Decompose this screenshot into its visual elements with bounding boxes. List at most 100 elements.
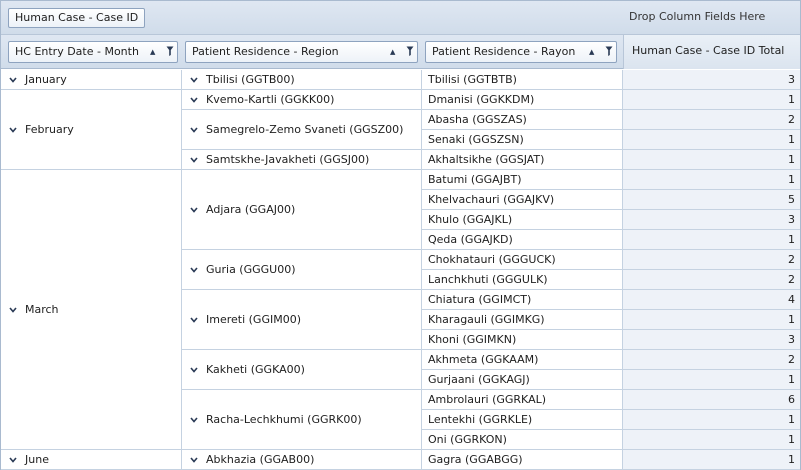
rayon-row-header-label: Tbilisi (GGTBTB) bbox=[428, 73, 517, 86]
region-row-header-label: Tbilisi (GGTB00) bbox=[206, 73, 295, 86]
region-row-header-label: Samegrelo-Zemo Svaneti (GGSZ00) bbox=[206, 123, 404, 136]
chevron-down-icon[interactable] bbox=[9, 76, 17, 83]
chevron-down-icon[interactable] bbox=[190, 126, 198, 133]
chevron-down-icon[interactable] bbox=[9, 456, 17, 463]
rayon-row-header-label: Akhaltsikhe (GGSJAT) bbox=[428, 153, 545, 166]
filter-icon[interactable] bbox=[605, 46, 613, 57]
case-count-cell: 1 bbox=[623, 170, 800, 190]
rayon-row-header-label: Dmanisi (GGKKDM) bbox=[428, 93, 535, 106]
case-count-cell-label: 3 bbox=[788, 213, 795, 226]
case-count-cell: 1 bbox=[623, 310, 800, 330]
sort-ascending-icon[interactable]: ▲ bbox=[150, 42, 155, 62]
field-button-label: Patient Residence - Region bbox=[192, 45, 339, 58]
rayon-row-header: Khoni (GGIMKN) bbox=[422, 330, 623, 350]
chevron-down-icon[interactable] bbox=[190, 76, 198, 83]
filter-area: Human Case - Case ID Drop Column Fields … bbox=[1, 1, 800, 35]
region-row-header[interactable]: Guria (GGGU00) bbox=[182, 250, 422, 290]
chevron-down-icon[interactable] bbox=[190, 266, 198, 273]
case-count-cell: 2 bbox=[623, 110, 800, 130]
month-row-header-label: January bbox=[25, 73, 67, 86]
region-row-header[interactable]: Kakheti (GGKA00) bbox=[182, 350, 422, 390]
case-count-cell-label: 1 bbox=[788, 453, 795, 466]
rayon-row-header: Akhaltsikhe (GGSJAT) bbox=[422, 150, 623, 170]
case-count-cell-label: 2 bbox=[788, 273, 795, 286]
chevron-down-icon[interactable] bbox=[9, 306, 17, 313]
month-row-header[interactable]: February bbox=[1, 90, 182, 170]
case-count-cell: 1 bbox=[623, 90, 800, 110]
month-row-header[interactable]: March bbox=[1, 170, 182, 450]
chevron-down-icon[interactable] bbox=[190, 366, 198, 373]
rayon-row-header: Lanchkhuti (GGGULK) bbox=[422, 270, 623, 290]
region-row-header-label: Samtskhe-Javakheti (GGSJ00) bbox=[206, 153, 370, 166]
rayon-row-header-label: Akhmeta (GGKAAM) bbox=[428, 353, 539, 366]
case-count-cell-label: 6 bbox=[788, 393, 795, 406]
rayon-row-header-label: Batumi (GGAJBT) bbox=[428, 173, 522, 186]
rayon-row-header-label: Oni (GGRKON) bbox=[428, 433, 507, 446]
pivot-grid: Human Case - Case ID Drop Column Fields … bbox=[0, 0, 801, 470]
chevron-down-icon[interactable] bbox=[190, 96, 198, 103]
sort-ascending-icon[interactable]: ▲ bbox=[390, 42, 395, 62]
filter-icon[interactable] bbox=[166, 46, 174, 57]
case-count-cell: 1 bbox=[623, 130, 800, 150]
month-row-header[interactable]: June bbox=[1, 450, 182, 470]
drop-column-fields-area[interactable]: Drop Column Fields Here bbox=[629, 10, 765, 23]
region-row-header-label: Kvemo-Kartli (GGKK00) bbox=[206, 93, 335, 106]
rayon-row-header: Gurjaani (GGKAGJ) bbox=[422, 370, 623, 390]
chevron-down-icon[interactable] bbox=[190, 316, 198, 323]
rayon-row-header-label: Kharagauli (GGIMKG) bbox=[428, 313, 545, 326]
case-count-cell-label: 1 bbox=[788, 373, 795, 386]
region-row-header[interactable]: Imereti (GGIM00) bbox=[182, 290, 422, 350]
field-button-rayon[interactable]: Patient Residence - Rayon ▲ bbox=[425, 41, 617, 63]
case-count-cell-label: 4 bbox=[788, 293, 795, 306]
chevron-down-icon[interactable] bbox=[190, 206, 198, 213]
case-count-cell: 3 bbox=[623, 70, 800, 90]
case-count-cell-label: 2 bbox=[788, 113, 795, 126]
case-count-cell-label: 1 bbox=[788, 93, 795, 106]
chevron-down-icon[interactable] bbox=[190, 416, 198, 423]
case-count-cell-label: 2 bbox=[788, 253, 795, 266]
region-row-header-label: Guria (GGGU00) bbox=[206, 263, 296, 276]
field-button-region[interactable]: Patient Residence - Region ▲ bbox=[185, 41, 418, 63]
field-button-case-id[interactable]: Human Case - Case ID bbox=[8, 8, 146, 28]
rayon-row-header: Gagra (GGABGG) bbox=[422, 450, 623, 470]
rayon-row-header-label: Khelvachauri (GGAJKV) bbox=[428, 193, 555, 206]
rayon-row-header: Senaki (GGSZSN) bbox=[422, 130, 623, 150]
case-count-cell: 2 bbox=[623, 250, 800, 270]
rayon-row-header-label: Khulo (GGAJKL) bbox=[428, 213, 513, 226]
field-button-entry-month[interactable]: HC Entry Date - Month ▲ bbox=[8, 41, 178, 63]
case-count-cell-label: 2 bbox=[788, 353, 795, 366]
case-count-cell-label: 1 bbox=[788, 433, 795, 446]
case-count-cell-label: 1 bbox=[788, 173, 795, 186]
region-row-header[interactable]: Kvemo-Kartli (GGKK00) bbox=[182, 90, 422, 110]
data-header-total[interactable]: Human Case - Case ID Total bbox=[623, 35, 800, 69]
case-count-cell: 1 bbox=[623, 430, 800, 450]
case-count-cell-label: 5 bbox=[788, 193, 795, 206]
rayon-row-header: Batumi (GGAJBT) bbox=[422, 170, 623, 190]
rayon-row-header-label: Khoni (GGIMKN) bbox=[428, 333, 517, 346]
case-count-cell: 1 bbox=[623, 230, 800, 250]
region-row-header[interactable]: Tbilisi (GGTB00) bbox=[182, 70, 422, 90]
region-row-header[interactable]: Abkhazia (GGAB00) bbox=[182, 450, 422, 470]
case-count-cell: 1 bbox=[623, 410, 800, 430]
sort-ascending-icon[interactable]: ▲ bbox=[589, 42, 594, 62]
region-row-header[interactable]: Adjara (GGAJ00) bbox=[182, 170, 422, 250]
rayon-row-header: Abasha (GGSZAS) bbox=[422, 110, 623, 130]
rayon-row-header-label: Senaki (GGSZSN) bbox=[428, 133, 524, 146]
rayon-row-header: Khulo (GGAJKL) bbox=[422, 210, 623, 230]
chevron-down-icon[interactable] bbox=[190, 456, 198, 463]
field-button-label: Patient Residence - Rayon bbox=[432, 45, 576, 58]
rayon-row-header: Khelvachauri (GGAJKV) bbox=[422, 190, 623, 210]
rayon-row-header: Lentekhi (GGRKLE) bbox=[422, 410, 623, 430]
region-row-header-label: Kakheti (GGKA00) bbox=[206, 363, 305, 376]
month-row-header-label: February bbox=[25, 123, 74, 136]
chevron-down-icon[interactable] bbox=[190, 156, 198, 163]
filter-icon[interactable] bbox=[406, 46, 414, 57]
rayon-row-header-label: Chiatura (GGIMCT) bbox=[428, 293, 532, 306]
case-count-cell-label: 1 bbox=[788, 313, 795, 326]
region-row-header[interactable]: Samtskhe-Javakheti (GGSJ00) bbox=[182, 150, 422, 170]
region-row-header[interactable]: Racha-Lechkhumi (GGRK00) bbox=[182, 390, 422, 450]
rayon-row-header-label: Gurjaani (GGKAGJ) bbox=[428, 373, 530, 386]
month-row-header[interactable]: January bbox=[1, 70, 182, 90]
chevron-down-icon[interactable] bbox=[9, 126, 17, 133]
region-row-header[interactable]: Samegrelo-Zemo Svaneti (GGSZ00) bbox=[182, 110, 422, 150]
